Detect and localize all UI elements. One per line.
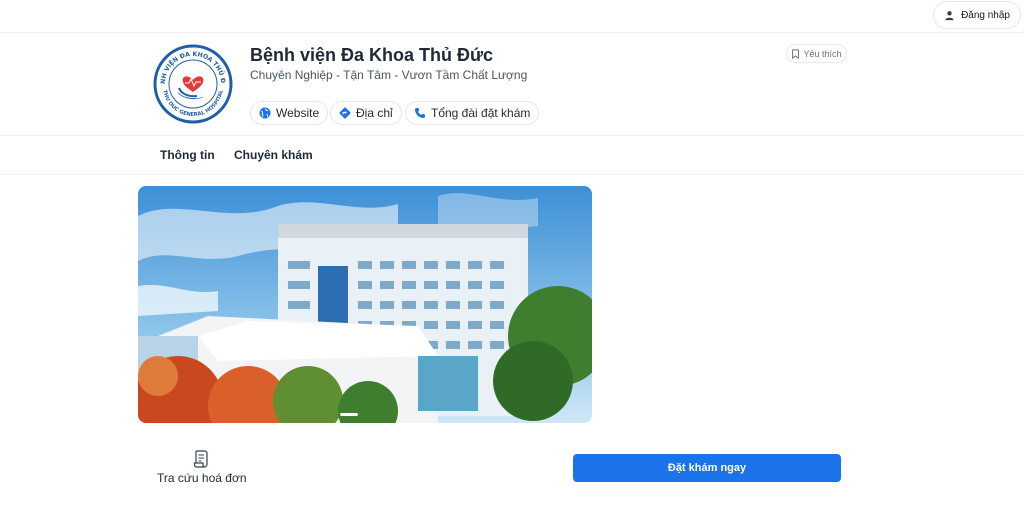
- tab-chuyen-kham[interactable]: Chuyên khám: [234, 148, 313, 162]
- invoice-lookup[interactable]: Tra cứu hoá đơn: [150, 448, 250, 488]
- top-bar: Đăng nhập: [0, 0, 1024, 33]
- user-icon: [945, 10, 954, 20]
- hospital-banner-image: [138, 186, 592, 423]
- globe-icon: [259, 107, 271, 119]
- carousel-indicator[interactable]: [340, 413, 358, 416]
- hospital-slogan: Chuyên Nghiệp - Tận Tâm - Vươn Tầm Chất …: [250, 68, 528, 82]
- book-appointment-button[interactable]: Đặt khám ngay: [573, 454, 841, 482]
- invoice-label: Tra cứu hoá đơn: [157, 471, 247, 485]
- hospital-logo: BỆNH VIỆN ĐA KHOA THỦ ĐỨC THU DUC GENERA…: [150, 37, 233, 124]
- login-label: Đăng nhập: [961, 9, 1010, 21]
- tab-thong-tin[interactable]: Thông tin: [160, 148, 215, 162]
- website-chip[interactable]: Website: [250, 101, 329, 125]
- login-button[interactable]: Đăng nhập: [933, 1, 1021, 29]
- tab-bar: Thông tin Chuyên khám: [0, 135, 1024, 175]
- receipt-icon: [193, 450, 208, 468]
- hotline-chip[interactable]: Tổng đài đặt khám: [405, 101, 540, 125]
- favorite-button[interactable]: Yêu thích: [786, 44, 847, 63]
- direction-icon: [339, 107, 351, 119]
- phone-icon: [415, 108, 425, 118]
- hotline-label: Tổng đài đặt khám: [431, 106, 531, 120]
- hospital-name: Bệnh viện Đa Khoa Thủ Đức: [250, 45, 494, 65]
- bookmark-icon: [792, 48, 800, 59]
- favorite-label: Yêu thích: [803, 48, 842, 59]
- address-chip[interactable]: Địa chỉ: [330, 101, 402, 125]
- website-label: Website: [276, 106, 320, 120]
- address-label: Địa chỉ: [356, 106, 393, 120]
